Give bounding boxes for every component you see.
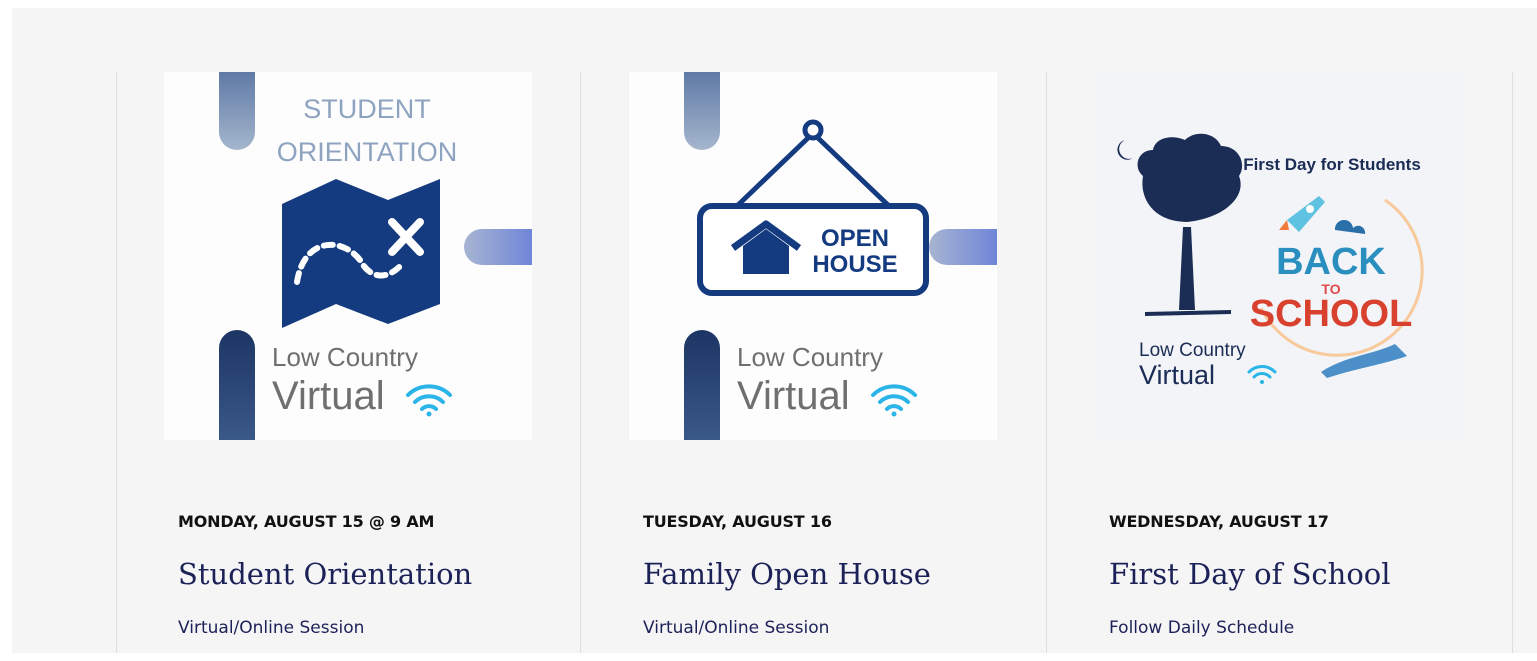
svg-text:ORIENTATION: ORIENTATION bbox=[277, 137, 458, 167]
decor-bar-side bbox=[464, 229, 532, 265]
event-title[interactable]: Family Open House bbox=[643, 557, 931, 591]
event-image-student-orientation[interactable]: STUDENT ORIENTATION Low Country Virtual bbox=[164, 72, 532, 440]
wifi-icon bbox=[406, 384, 452, 417]
decor-bar-top bbox=[219, 72, 255, 150]
decor-bar-side bbox=[929, 229, 997, 265]
cloud-icon bbox=[1334, 219, 1366, 234]
back-to-school-lettering: BACK TO SCHOOL bbox=[1250, 241, 1413, 335]
svg-text:Low Country: Low Country bbox=[272, 342, 418, 372]
decor-bar-bottom bbox=[684, 330, 720, 440]
svg-text:Virtual: Virtual bbox=[737, 374, 850, 418]
svg-text:STUDENT: STUDENT bbox=[303, 94, 431, 124]
svg-text:BACK: BACK bbox=[1276, 241, 1386, 283]
svg-text:Virtual: Virtual bbox=[272, 374, 385, 418]
svg-text:Low Country: Low Country bbox=[1139, 340, 1246, 361]
palm-tree-icon bbox=[1137, 133, 1243, 316]
event-date: TUESDAY, AUGUST 16 bbox=[643, 512, 832, 531]
event-image-back-to-school[interactable]: First Day for Students BACK TO SCHOOL Lo… bbox=[1095, 72, 1463, 440]
event-date: MONDAY, AUGUST 15 @ 9 AM bbox=[178, 512, 435, 531]
open-book-icon bbox=[1321, 344, 1407, 378]
decor-bar-bottom bbox=[219, 330, 255, 440]
event-date: WEDNESDAY, AUGUST 17 bbox=[1109, 512, 1329, 531]
rocket-icon bbox=[1279, 196, 1325, 232]
event-card-first-day-of-school[interactable]: First Day for Students BACK TO SCHOOL Lo… bbox=[1047, 72, 1513, 661]
decor-bar-top bbox=[684, 72, 720, 150]
event-image-open-house[interactable]: OPEN HOUSE Low Country Virtual bbox=[629, 72, 997, 440]
event-subtitle: Follow Daily Schedule bbox=[1109, 618, 1295, 638]
event-title[interactable]: First Day of School bbox=[1109, 557, 1391, 591]
event-title[interactable]: Student Orientation bbox=[178, 557, 472, 591]
treasure-map-icon bbox=[282, 179, 440, 328]
events-panel: STUDENT ORIENTATION Low Country Virtual … bbox=[12, 8, 1537, 653]
moon-icon bbox=[1117, 140, 1133, 160]
wifi-icon bbox=[1247, 365, 1277, 384]
svg-text:Virtual: Virtual bbox=[1139, 360, 1215, 390]
svg-text:OPEN: OPEN bbox=[821, 225, 889, 252]
svg-text:Low Country: Low Country bbox=[737, 342, 883, 372]
svg-text:SCHOOL: SCHOOL bbox=[1250, 293, 1413, 335]
svg-text:First Day for Students: First Day for Students bbox=[1243, 155, 1421, 174]
wifi-icon bbox=[871, 384, 917, 417]
event-card-student-orientation[interactable]: STUDENT ORIENTATION Low Country Virtual … bbox=[116, 72, 582, 661]
event-subtitle: Virtual/Online Session bbox=[643, 618, 830, 638]
event-subtitle: Virtual/Online Session bbox=[178, 618, 365, 638]
event-card-family-open-house[interactable]: OPEN HOUSE Low Country Virtual TUESDAY, … bbox=[581, 72, 1047, 661]
svg-text:HOUSE: HOUSE bbox=[812, 251, 897, 278]
